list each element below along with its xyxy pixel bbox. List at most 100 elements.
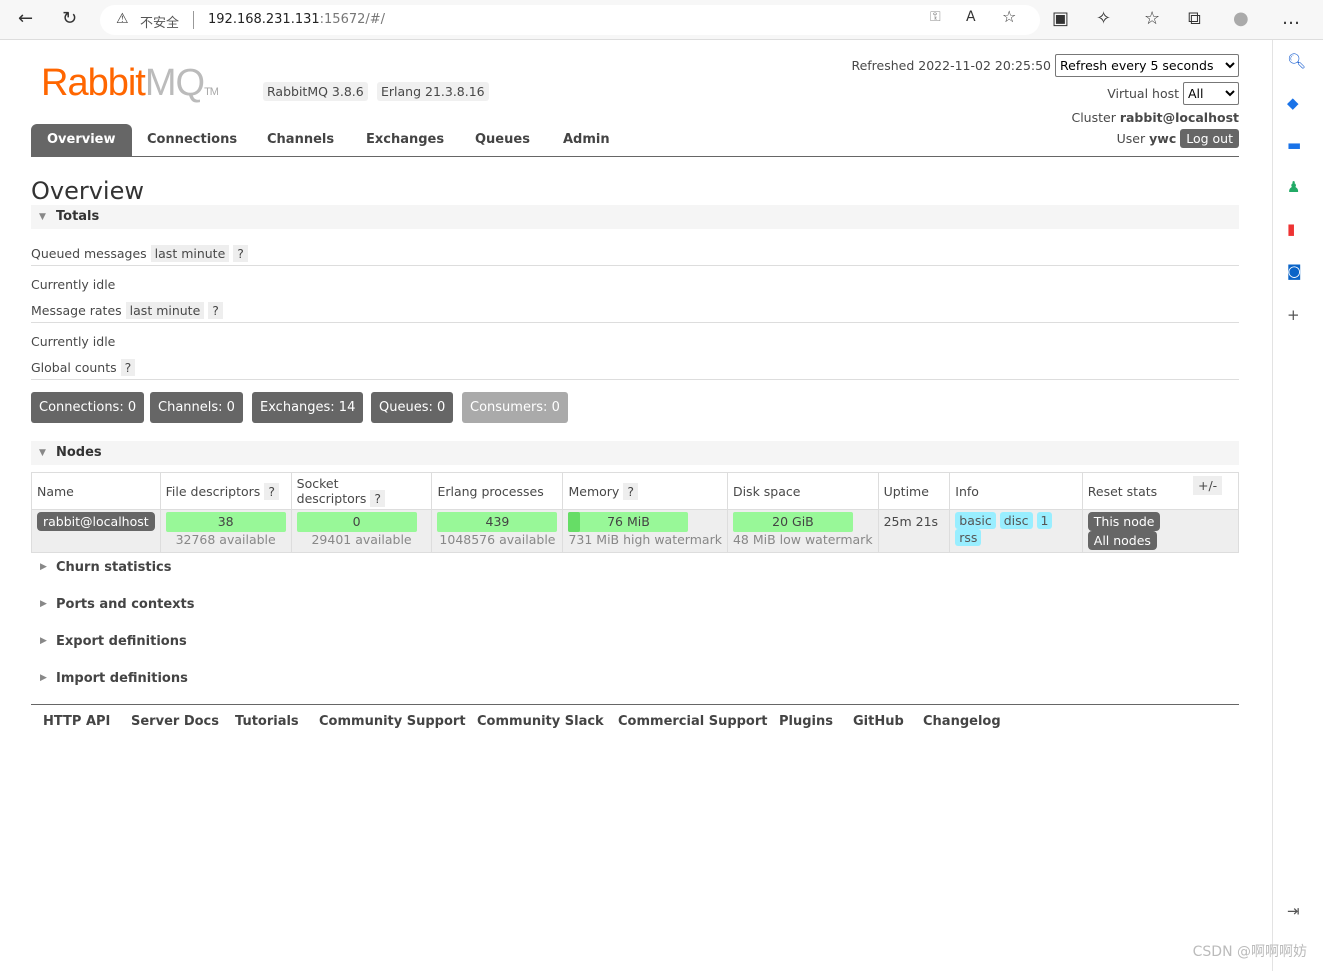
footer-link-github[interactable]: GitHub <box>853 714 904 729</box>
favorites-icon[interactable]: ☆ <box>1144 8 1160 29</box>
memory-value: 76 MiB <box>607 514 650 529</box>
nodes-section-header[interactable]: ▼ Nodes <box>31 441 1239 465</box>
consumers-count-button[interactable]: Consumers: 0 <box>462 392 568 423</box>
section-title: Import definitions <box>56 671 188 686</box>
back-icon[interactable]: ← <box>18 8 33 29</box>
sidebar-toggle-icon[interactable]: ⇥ <box>1287 902 1300 920</box>
refreshed-time: Refreshed 2022-11-02 20:25:50 <box>851 58 1052 73</box>
office-icon[interactable]: ▮ <box>1287 220 1295 238</box>
col-name: Name <box>31 472 161 510</box>
footer-link-community-support[interactable]: Community Support <box>319 714 466 729</box>
ports-contexts-section[interactable]: ▶ Ports and contexts <box>31 597 194 612</box>
cluster-label: Cluster <box>1071 110 1116 125</box>
export-definitions-section[interactable]: ▶ Export definitions <box>31 634 187 649</box>
tab-channels[interactable]: Channels <box>251 124 350 156</box>
footer-link-server-docs[interactable]: Server Docs <box>131 714 219 729</box>
queued-range-button[interactable]: last minute <box>150 245 230 262</box>
totals-section-header[interactable]: ▼ Totals <box>31 205 1239 229</box>
csdn-watermark: CSDN @啊啊啊妨 <box>1192 944 1307 960</box>
info-badge-count: 1 <box>1036 512 1053 529</box>
puzzle-icon[interactable]: ✧ <box>1096 8 1111 29</box>
ep-available: 1048576 available <box>439 532 556 547</box>
col-erlang-processes: Erlang processes <box>431 472 564 510</box>
refresh-select[interactable]: Refresh every 5 seconds <box>1055 54 1239 77</box>
tab-exchanges[interactable]: Exchanges <box>350 124 460 156</box>
collections-icon[interactable]: ⧉ <box>1188 8 1201 29</box>
info-badge-basic: basic <box>955 512 996 529</box>
channels-count-button[interactable]: Channels: 0 <box>150 392 243 423</box>
vhost-label: Virtual host <box>1107 86 1180 101</box>
key-icon[interactable]: ⚿ <box>930 9 941 25</box>
refresh-row: Refreshed 2022-11-02 20:25:50 Refresh ev… <box>851 54 1239 77</box>
read-aloud-icon[interactable]: A <box>966 9 976 25</box>
triangle-down-icon: ▼ <box>39 448 46 458</box>
footer-link-http-api[interactable]: HTTP API <box>43 714 110 729</box>
triangle-right-icon: ▶ <box>40 599 47 609</box>
exchanges-count-button[interactable]: Exchanges: 14 <box>252 392 364 423</box>
help-button[interactable]: ? <box>623 482 638 500</box>
global-counts-label: Global counts <box>31 360 117 375</box>
logo-text: Rabbit <box>41 62 146 104</box>
page-title: Overview <box>31 177 144 205</box>
footer-link-community-slack[interactable]: Community Slack <box>477 714 604 729</box>
help-button[interactable]: ? <box>370 490 386 507</box>
node-name-link[interactable]: rabbit@localhost <box>37 512 155 531</box>
tab-queues[interactable]: Queues <box>459 124 546 156</box>
tab-overview[interactable]: Overview <box>31 124 132 156</box>
tab-connections[interactable]: Connections <box>131 124 253 156</box>
message-rates-row: Message rates last minute? <box>31 302 223 319</box>
logo-mq: MQ <box>144 62 205 104</box>
url-text[interactable]: 192.168.231.131:15672/#/ <box>208 12 385 27</box>
fd-available: 32768 available <box>175 532 276 547</box>
section-title: Churn statistics <box>56 560 172 575</box>
rates-range-button[interactable]: last minute <box>125 302 205 319</box>
sd-available: 29401 available <box>311 532 412 547</box>
help-button[interactable]: ? <box>208 302 223 319</box>
help-button[interactable]: ? <box>264 482 279 500</box>
connections-count-button[interactable]: Connections: 0 <box>31 392 145 423</box>
rabbitmq-logo[interactable]: RabbitMQTM <box>41 62 219 105</box>
people-icon[interactable]: ♟ <box>1287 178 1300 196</box>
footer-link-tutorials[interactable]: Tutorials <box>235 714 299 729</box>
table-header-row: Name File descriptors? Socket descriptor… <box>31 472 1240 510</box>
add-icon[interactable]: + <box>1287 306 1300 324</box>
footer-link-changelog[interactable]: Changelog <box>923 714 1001 729</box>
reset-this-node-button[interactable]: This node <box>1087 512 1161 531</box>
header-label: Memory <box>568 483 620 499</box>
col-socket-descriptors: Socket descriptors? <box>290 472 433 510</box>
reload-icon[interactable]: ↻ <box>62 8 77 29</box>
table-row: rabbit@localhost 38 32768 available 0 2940… <box>31 509 1240 553</box>
help-button[interactable]: ? <box>233 245 248 262</box>
favorite-add-icon[interactable]: ☆ <box>1002 7 1016 26</box>
col-disk-space: Disk space <box>726 472 879 510</box>
toolbox-icon[interactable]: ▬ <box>1287 136 1301 154</box>
churn-statistics-section[interactable]: ▶ Churn statistics <box>31 560 172 575</box>
search-icon[interactable]: 🔍︎ <box>1287 52 1306 70</box>
memory-watermark: 731 MiB high watermark <box>568 532 722 547</box>
footer-link-commercial-support[interactable]: Commercial Support <box>618 714 768 729</box>
help-button[interactable]: ? <box>120 359 136 376</box>
triangle-down-icon: ▼ <box>39 212 46 222</box>
erlang-processes-bar: 439 <box>437 512 558 532</box>
footer-link-plugins[interactable]: Plugins <box>779 714 833 729</box>
url-path: :15672/#/ <box>319 12 386 27</box>
header-label: File descriptors <box>165 483 261 499</box>
queues-count-button[interactable]: Queues: 0 <box>371 392 454 423</box>
extension-icon[interactable]: ▣ <box>1052 8 1069 29</box>
vhost-select[interactable]: All <box>1183 82 1239 105</box>
address-bar[interactable]: ⚠ 不安全 192.168.231.131:15672/#/ ⚿ A ☆ <box>100 5 1040 35</box>
col-info: Info <box>949 472 1083 510</box>
profile-avatar[interactable]: ● <box>1233 8 1249 29</box>
outlook-icon[interactable]: ◙ <box>1287 262 1302 280</box>
info-badge-disc: disc <box>999 512 1033 529</box>
more-icon[interactable]: … <box>1282 8 1300 29</box>
totals-title: Totals <box>56 209 100 224</box>
reset-all-nodes-button[interactable]: All nodes <box>1087 531 1157 550</box>
memory-bar: 76 MiB <box>568 512 689 532</box>
col-file-descriptors: File descriptors? <box>159 472 292 510</box>
tag-icon[interactable]: ◆ <box>1287 94 1299 112</box>
import-definitions-section[interactable]: ▶ Import definitions <box>31 671 188 686</box>
triangle-right-icon: ▶ <box>40 673 47 683</box>
columns-toggle-button[interactable]: +/- <box>1193 476 1223 495</box>
tab-admin[interactable]: Admin <box>547 124 626 156</box>
